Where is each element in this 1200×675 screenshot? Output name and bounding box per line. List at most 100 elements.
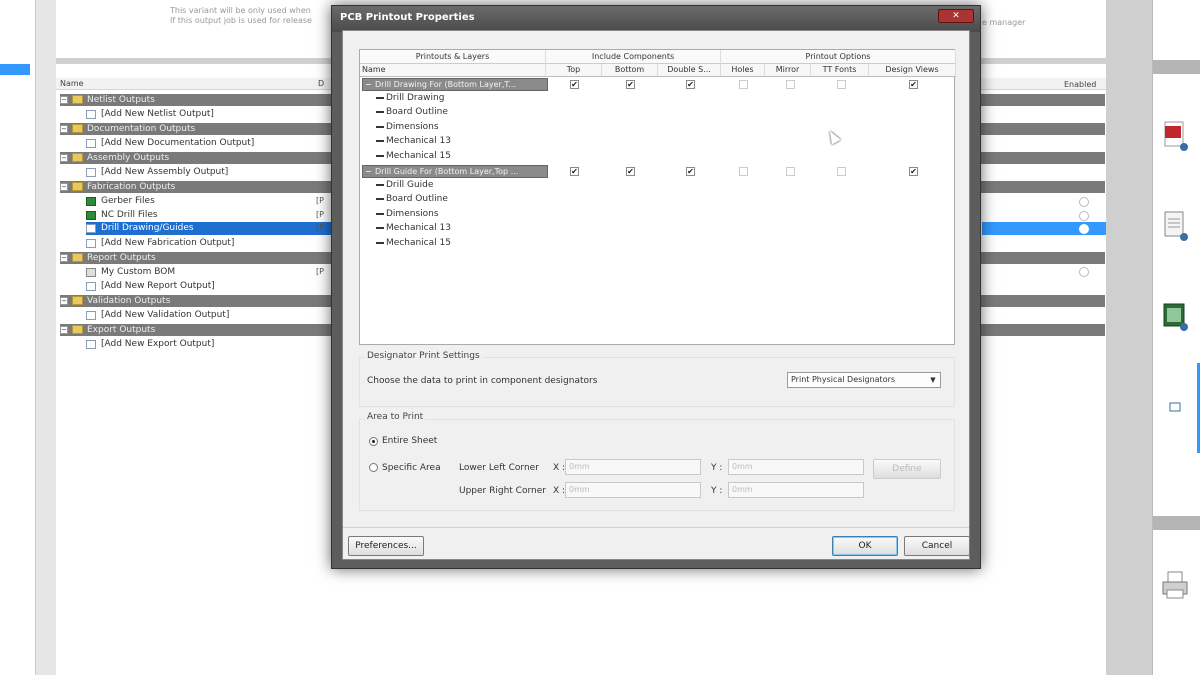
- layer-item[interactable]: Mechanical 13: [376, 223, 451, 233]
- layer-item[interactable]: Mechanical 15: [376, 238, 451, 248]
- checkbox-double-sided[interactable]: ✔: [686, 80, 695, 89]
- col-name[interactable]: Name: [360, 64, 546, 77]
- layer-item[interactable]: Drill Drawing: [376, 93, 444, 103]
- collapse-icon[interactable]: −: [60, 154, 68, 162]
- preferences-button[interactable]: Preferences...: [348, 536, 424, 556]
- radio-specific-area[interactable]: [369, 463, 378, 472]
- left-rail-selection[interactable]: [0, 64, 30, 75]
- video-icon[interactable]: [1161, 300, 1189, 332]
- lower-left-y-label: Y :: [711, 463, 723, 473]
- right-gutter: [1106, 0, 1152, 675]
- enabled-radio[interactable]: [1079, 197, 1089, 207]
- lower-left-x-label: X :: [553, 463, 566, 473]
- ok-button[interactable]: OK: [832, 536, 898, 556]
- output-my-custom-bom[interactable]: My Custom BOM [P: [86, 266, 332, 279]
- printout-name[interactable]: Drill Guide For (Bottom Layer,Top ...: [362, 165, 548, 178]
- folder-icon: [72, 325, 83, 334]
- chevron-down-icon[interactable]: ▼: [928, 375, 938, 385]
- collapse-icon[interactable]: −: [60, 96, 68, 104]
- upper-right-x-label: X :: [553, 486, 566, 496]
- checkbox-holes[interactable]: [739, 167, 748, 176]
- designator-dropdown-value: Print Physical Designators: [791, 375, 896, 384]
- layer-item[interactable]: Mechanical 15: [376, 151, 451, 161]
- col-data[interactable]: D: [318, 79, 324, 88]
- layer-item[interactable]: Dimensions: [376, 122, 439, 132]
- upper-right-y-input[interactable]: 0mm: [728, 482, 864, 498]
- col-bottom[interactable]: Bottom: [602, 64, 658, 77]
- col-enabled[interactable]: Enabled: [1064, 80, 1096, 89]
- output-drill-drawing-guides[interactable]: Drill Drawing/Guides [P: [86, 222, 332, 235]
- radio-entire-sheet[interactable]: [369, 437, 378, 446]
- cancel-button[interactable]: Cancel: [904, 536, 970, 556]
- lower-left-y-input[interactable]: 0mm: [728, 459, 864, 475]
- printout-name[interactable]: Drill Drawing For (Bottom Layer,T...: [362, 78, 548, 91]
- enabled-radio[interactable]: [1079, 224, 1089, 234]
- layer-item[interactable]: Dimensions: [376, 209, 439, 219]
- folder-icon: [72, 253, 83, 262]
- col-tt-fonts[interactable]: TT Fonts: [811, 64, 869, 77]
- printer-icon[interactable]: [1161, 570, 1189, 602]
- checkbox-tt-fonts[interactable]: [837, 80, 846, 89]
- variant-message-right: e manager: [982, 18, 1026, 27]
- variant-message: This variant will be only used when If t…: [170, 6, 312, 26]
- collapse-icon[interactable]: −: [60, 125, 68, 133]
- output-nc-drill-files[interactable]: NC Drill Files [P: [86, 209, 332, 222]
- add-fabrication-output[interactable]: [Add New Fabrication Output]: [86, 237, 332, 250]
- lower-left-x-input[interactable]: 0mm: [565, 459, 701, 475]
- checkbox-mirror[interactable]: [786, 167, 795, 176]
- document-icon[interactable]: [1161, 210, 1189, 242]
- collapse-icon[interactable]: −: [60, 297, 68, 305]
- col-name[interactable]: Name: [60, 79, 84, 88]
- checkbox-bottom[interactable]: ✔: [626, 167, 635, 176]
- footer-separator: [343, 527, 969, 528]
- left-rail: [0, 0, 36, 675]
- checkbox-mirror[interactable]: [786, 80, 795, 89]
- col-double-sided[interactable]: Double S...: [658, 64, 721, 77]
- layer-item[interactable]: Board Outline: [376, 194, 448, 204]
- designator-prompt: Choose the data to print in component de…: [367, 376, 598, 386]
- checkbox-double-sided[interactable]: ✔: [686, 167, 695, 176]
- layer-item[interactable]: Board Outline: [376, 107, 448, 117]
- checkbox-design-views[interactable]: ✔: [909, 167, 918, 176]
- layer-item[interactable]: Drill Guide: [376, 180, 433, 190]
- col-holes[interactable]: Holes: [721, 64, 765, 77]
- add-netlist-output[interactable]: [Add New Netlist Output]: [86, 108, 332, 121]
- checkbox-bottom[interactable]: ✔: [626, 80, 635, 89]
- designator-dropdown[interactable]: Print Physical Designators ▼: [787, 372, 941, 388]
- col-design-views[interactable]: Design Views: [869, 64, 956, 77]
- add-output-icon: [86, 168, 96, 177]
- add-validation-output[interactable]: [Add New Validation Output]: [86, 309, 332, 322]
- collapse-icon[interactable]: −: [60, 254, 68, 262]
- variant-message-line1: This variant will be only used when: [170, 6, 311, 15]
- define-button[interactable]: Define: [873, 459, 941, 479]
- add-report-output[interactable]: [Add New Report Output]: [86, 280, 332, 293]
- small-doc-icon[interactable]: [1169, 402, 1181, 412]
- checkbox-tt-fonts[interactable]: [837, 167, 846, 176]
- col-top[interactable]: Top: [546, 64, 602, 77]
- add-assembly-output[interactable]: [Add New Assembly Output]: [86, 166, 332, 179]
- dialog-body: Printouts & Layers Include Components Pr…: [342, 30, 970, 560]
- folder-icon: [72, 95, 83, 104]
- collapse-icon[interactable]: −: [60, 326, 68, 334]
- upper-right-x-input[interactable]: 0mm: [565, 482, 701, 498]
- output-gerber-files[interactable]: Gerber Files [P: [86, 195, 332, 208]
- pdf-icon[interactable]: [1161, 120, 1189, 152]
- header-printouts-layers: Printouts & Layers: [360, 50, 546, 64]
- add-output-icon: [86, 282, 96, 291]
- collapse-icon[interactable]: −: [60, 183, 68, 191]
- enabled-radio[interactable]: [1079, 211, 1089, 221]
- enabled-radio[interactable]: [1079, 267, 1089, 277]
- add-export-output[interactable]: [Add New Export Output]: [86, 338, 332, 351]
- col-mirror[interactable]: Mirror: [765, 64, 811, 77]
- layer-item[interactable]: Mechanical 13: [376, 136, 451, 146]
- checkbox-design-views[interactable]: ✔: [909, 80, 918, 89]
- close-icon[interactable]: ✕: [938, 9, 974, 23]
- checkbox-top[interactable]: ✔: [570, 80, 579, 89]
- checkbox-top[interactable]: ✔: [570, 167, 579, 176]
- container-header: [1153, 60, 1200, 74]
- folder-icon: [72, 124, 83, 133]
- add-documentation-output[interactable]: [Add New Documentation Output]: [86, 137, 332, 150]
- gerber-icon: [86, 197, 96, 206]
- dialog-titlebar[interactable]: PCB Printout Properties ✕: [332, 6, 980, 32]
- checkbox-holes[interactable]: [739, 80, 748, 89]
